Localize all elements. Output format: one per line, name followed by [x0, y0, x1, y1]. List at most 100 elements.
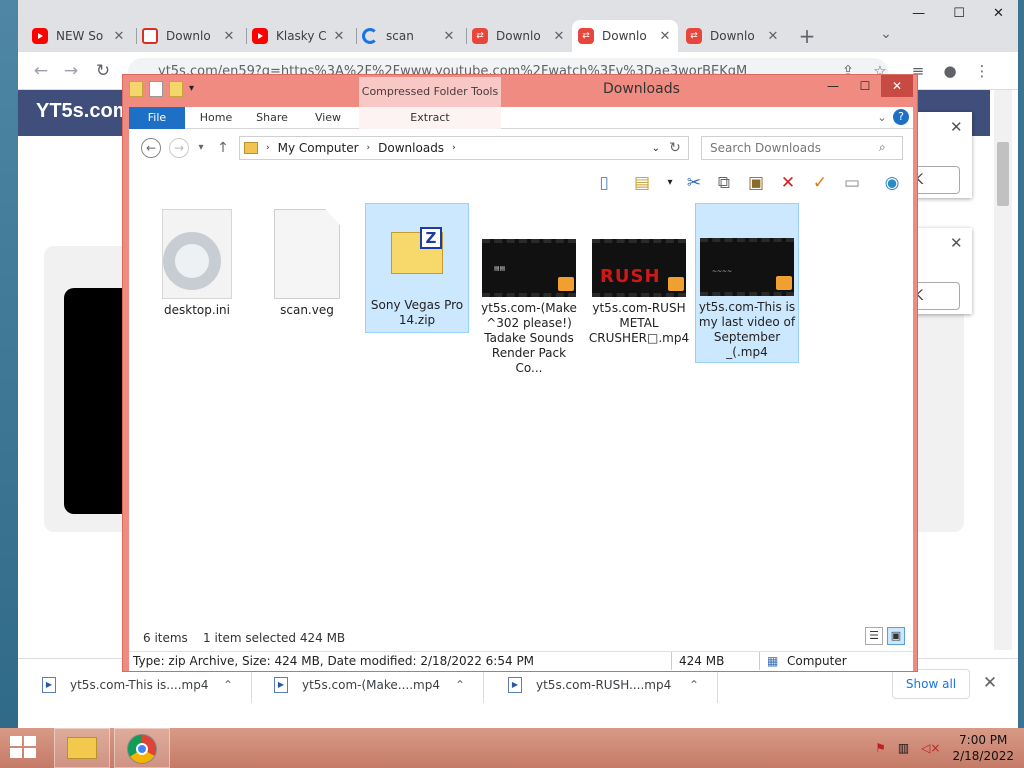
- video-file-icon: ▤▤: [482, 239, 576, 297]
- file-icon: ▶: [42, 677, 56, 693]
- tab-search-chevron-icon[interactable]: ⌄: [876, 26, 896, 46]
- properties-icon[interactable]: [149, 81, 163, 97]
- file-item-rush-metal-mp4[interactable]: RUSH yt5s.com-RUSH METAL CRUSHER□.mp4: [587, 205, 691, 346]
- youtube-icon: [32, 28, 48, 44]
- chevron-right-icon[interactable]: ›: [367, 143, 371, 153]
- file-item-last-video-mp4[interactable]: ~~~~ yt5s.com-This is my last video of S…: [695, 203, 799, 363]
- chevron-right-icon[interactable]: ›: [266, 143, 270, 153]
- file-explorer-taskbar-button[interactable]: [54, 728, 110, 768]
- close-tab-icon[interactable]: ✕: [112, 29, 126, 44]
- close-tab-icon[interactable]: ✕: [222, 29, 236, 44]
- recent-locations-chevron-icon[interactable]: ▾: [191, 138, 211, 158]
- tab-download-1[interactable]: ⇄ Downlo ✕: [466, 20, 572, 52]
- breadcrumb-my-computer[interactable]: My Computer: [278, 141, 359, 155]
- chevron-up-icon[interactable]: ⌃: [223, 678, 233, 692]
- tab-download-3[interactable]: ⇄ Downlo ✕: [680, 20, 786, 52]
- close-tab-icon[interactable]: ✕: [766, 29, 780, 44]
- customize-chevron-icon[interactable]: ▾: [189, 81, 194, 97]
- close-icon[interactable]: ✕: [950, 234, 963, 252]
- tab-download-active[interactable]: ⇄ Downlo ✕: [572, 20, 678, 52]
- minimize-button[interactable]: —: [912, 6, 925, 34]
- page-scrollbar[interactable]: [994, 90, 1012, 650]
- close-icon[interactable]: ✕: [950, 118, 963, 136]
- paste-icon[interactable]: ▣: [743, 171, 769, 195]
- tab-home[interactable]: Home: [193, 107, 239, 129]
- clock[interactable]: 7:00 PM 2/18/2022: [952, 732, 1014, 764]
- refresh-icon[interactable]: ↻: [665, 138, 685, 158]
- preview-pane-icon[interactable]: ▯: [591, 171, 617, 195]
- details-view-icon[interactable]: ☰: [865, 627, 883, 645]
- rename-icon[interactable]: ▭: [839, 171, 865, 195]
- tab-view[interactable]: View: [305, 107, 351, 129]
- rush-logo-icon: RUSH: [600, 266, 661, 287]
- close-tab-icon[interactable]: ✕: [332, 29, 346, 44]
- tab-downloader-gmail[interactable]: Downlo ✕: [136, 20, 242, 52]
- tab-klasky[interactable]: Klasky C ✕: [246, 20, 352, 52]
- ribbon-expand-chevron-icon[interactable]: ⌄: [875, 107, 889, 129]
- reload-button[interactable]: ↻: [92, 60, 114, 82]
- search-input[interactable]: Search Downloads: [701, 136, 903, 160]
- close-button[interactable]: ✕: [881, 75, 913, 97]
- forward-button[interactable]: →: [169, 138, 189, 158]
- profile-avatar-icon[interactable]: ●: [940, 62, 960, 82]
- close-window-button[interactable]: ✕: [993, 6, 1004, 34]
- start-button[interactable]: [10, 736, 38, 760]
- menu-kebab-icon[interactable]: ⋮: [972, 62, 992, 82]
- close-download-bar-icon[interactable]: ✕: [980, 673, 1000, 693]
- action-center-flag-icon[interactable]: ⚑: [875, 741, 886, 755]
- file-item-sony-vegas-zip[interactable]: Z Sony Vegas Pro 14.zip: [365, 203, 469, 333]
- scroll-thumb[interactable]: [997, 142, 1009, 206]
- chrome-taskbar-button[interactable]: [114, 728, 170, 768]
- chevron-up-icon[interactable]: ⌃: [455, 678, 465, 692]
- copy-icon[interactable]: ⧉: [711, 171, 737, 195]
- download-item[interactable]: ▶ yt5s.com-RUSH....mp4 ⌃: [488, 667, 718, 703]
- checkmark-icon[interactable]: ✓: [807, 171, 833, 195]
- breadcrumb-downloads[interactable]: Downloads: [378, 141, 444, 155]
- close-tab-icon[interactable]: ✕: [658, 29, 672, 44]
- address-dropdown-chevron-icon[interactable]: ⌄: [652, 143, 660, 154]
- close-tab-icon[interactable]: ✕: [552, 29, 566, 44]
- tab-share[interactable]: Share: [249, 107, 295, 129]
- folder-icon[interactable]: [129, 81, 143, 97]
- chevron-up-icon[interactable]: ⌃: [689, 678, 699, 692]
- file-item-make-302-mp4[interactable]: ▤▤ yt5s.com-(Make ^302 please!) Tadake S…: [477, 205, 581, 376]
- tab-file[interactable]: File: [129, 107, 185, 129]
- tab-scan[interactable]: scan ✕: [356, 20, 462, 52]
- delete-icon[interactable]: ✕: [775, 171, 801, 195]
- tab-label: Downlo: [710, 29, 755, 43]
- up-arrow-icon[interactable]: ↑: [213, 138, 233, 158]
- new-folder-icon[interactable]: [169, 81, 183, 97]
- search-icon[interactable]: ⌕: [879, 140, 886, 155]
- volume-muted-icon[interactable]: ◁×: [921, 741, 940, 755]
- back-button[interactable]: ←: [30, 60, 52, 82]
- site-logo[interactable]: YT5s.com: [36, 100, 130, 123]
- download-item[interactable]: ▶ yt5s.com-(Make....mp4 ⌃: [254, 667, 484, 703]
- download-filename: yt5s.com-(Make....mp4: [302, 678, 440, 692]
- download-item[interactable]: ▶ yt5s.com-This is....mp4 ⌃: [22, 667, 252, 703]
- maximize-button[interactable]: ☐: [953, 6, 965, 34]
- help-icon[interactable]: ?: [893, 109, 909, 125]
- properties-folder-icon[interactable]: ▤: [629, 171, 655, 195]
- tab-label: scan: [386, 29, 414, 43]
- close-tab-icon[interactable]: ✕: [442, 29, 456, 44]
- network-icon[interactable]: ▥: [898, 741, 909, 755]
- maximize-button[interactable]: ☐: [849, 75, 881, 97]
- tab-extract[interactable]: Extract: [359, 107, 501, 129]
- view-switcher: ☰ ▣: [865, 627, 905, 645]
- back-button[interactable]: ←: [141, 138, 161, 158]
- network-globe-icon[interactable]: ◉: [879, 171, 905, 195]
- minimize-button[interactable]: —: [817, 75, 849, 97]
- chevron-right-icon[interactable]: ›: [452, 143, 456, 153]
- dropdown-chevron-icon[interactable]: ▾: [657, 171, 683, 195]
- address-breadcrumb[interactable]: › My Computer › Downloads › ⌄: [239, 136, 689, 160]
- compressed-folder-tools-tab[interactable]: Compressed Folder Tools: [359, 77, 501, 107]
- tab-new-so[interactable]: NEW So ✕: [26, 20, 132, 52]
- file-item-desktop-ini[interactable]: desktop.ini: [145, 205, 249, 318]
- large-icons-view-icon[interactable]: ▣: [887, 627, 905, 645]
- show-all-button[interactable]: Show all: [892, 669, 970, 699]
- divider: [671, 652, 672, 670]
- forward-button[interactable]: →: [60, 60, 82, 82]
- cut-icon[interactable]: ✂: [681, 171, 707, 195]
- file-item-scan-veg[interactable]: scan.veg: [255, 205, 359, 318]
- new-tab-button[interactable]: +: [795, 24, 819, 48]
